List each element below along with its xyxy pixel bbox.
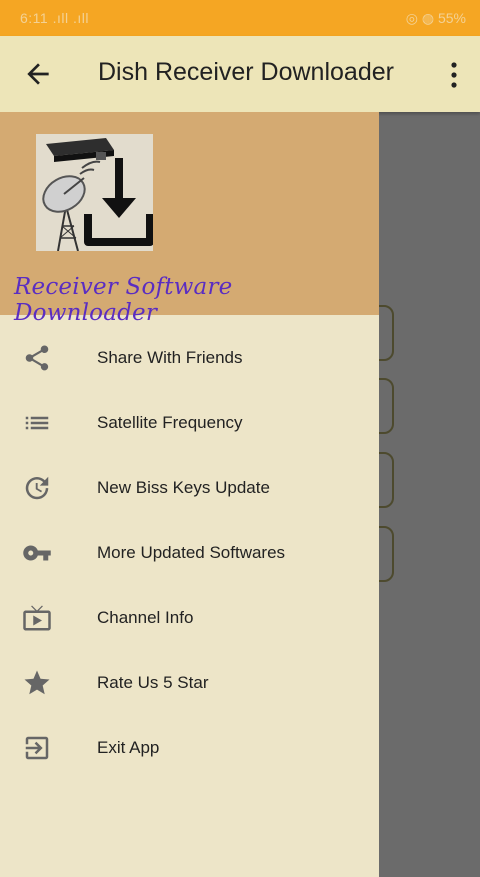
menu-item-label: Share With Friends (97, 348, 243, 367)
menu-item-rate-us[interactable]: Rate Us 5 Star (0, 650, 379, 715)
status-time: 6:11 .ıll .ıll (20, 10, 89, 26)
star-icon (24, 670, 50, 695)
app-bar: Dish Receiver Downloader (0, 36, 480, 112)
menu-item-label: Satellite Frequency (97, 413, 243, 432)
menu-item-label: Exit App (97, 738, 160, 757)
update-icon (25, 476, 49, 500)
menu-item-label: New Biss Keys Update (97, 478, 270, 497)
menu-item-exit-app[interactable]: Exit App (0, 715, 379, 780)
menu-item-share-with-friends[interactable]: Share With Friends (0, 325, 379, 390)
menu-item-more-updated-softwares[interactable]: More Updated Softwares (0, 520, 379, 585)
menu-item-channel-info[interactable]: Channel Info (0, 585, 379, 650)
menu-item-label: Channel Info (97, 608, 194, 627)
more-vert-icon[interactable] (442, 60, 466, 90)
share-icon (25, 345, 49, 371)
tv-icon (23, 605, 51, 631)
app-logo (36, 134, 153, 251)
app-title: Dish Receiver Downloader (98, 58, 394, 86)
key-icon (23, 545, 51, 561)
drawer-header: Receiver Software Downloader (0, 112, 379, 326)
drawer-menu: Share With Friends Satellite Frequency N… (0, 325, 379, 780)
menu-item-new-biss-keys-update[interactable]: New Biss Keys Update (0, 455, 379, 520)
list-icon (25, 416, 49, 430)
exit-icon (25, 736, 49, 760)
status-icons: ◎ ◍ 55% (405, 10, 466, 26)
navigation-drawer: Receiver Software Downloader Share With … (0, 112, 379, 877)
menu-item-satellite-frequency[interactable]: Satellite Frequency (0, 390, 379, 455)
menu-item-label: Rate Us 5 Star (97, 673, 209, 692)
arrow-back-icon[interactable] (22, 58, 54, 90)
status-bar: 6:11 .ıll .ıll ◎ ◍ 55% (0, 0, 480, 36)
menu-item-label: More Updated Softwares (97, 543, 286, 562)
drawer-header-title: Receiver Software Downloader (14, 274, 233, 326)
